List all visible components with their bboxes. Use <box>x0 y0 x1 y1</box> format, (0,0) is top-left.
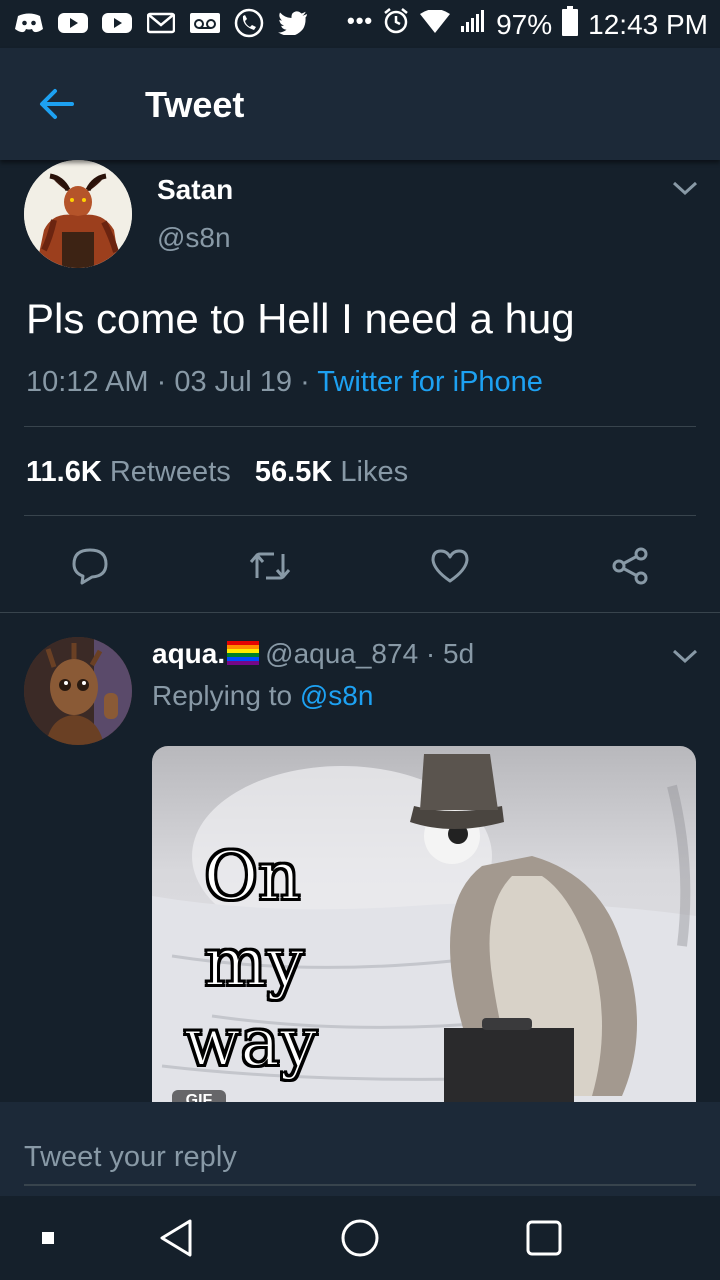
replying-to: Replying to @s8n <box>152 680 373 712</box>
reply-options-button[interactable] <box>670 646 700 666</box>
separator: · <box>418 638 444 669</box>
battery-level: 97% <box>496 8 553 40</box>
heart-icon <box>431 549 469 583</box>
section-divider <box>0 612 720 613</box>
reply-icon <box>72 548 108 585</box>
clock: 12:43 PM <box>588 8 708 40</box>
alarm-icon <box>382 7 410 42</box>
reply-age: 5d <box>443 638 475 669</box>
back-button[interactable] <box>30 78 82 130</box>
arrow-left-icon <box>40 89 74 119</box>
home-circle-icon <box>341 1219 379 1257</box>
separator: · <box>300 366 318 398</box>
reply-composer <box>0 1102 720 1196</box>
reply-button[interactable] <box>68 544 112 588</box>
tweet-stats: 11.6K Retweets 56.5K Likes <box>26 456 408 489</box>
author-name[interactable]: Satan <box>157 174 233 206</box>
like-button[interactable] <box>428 544 472 588</box>
overflow-notifications: ••• <box>347 8 374 33</box>
tweet-options-button[interactable] <box>670 178 700 198</box>
battery-icon <box>562 6 579 43</box>
system-status: 97% 12:43 PM <box>382 6 708 43</box>
home-nav-button[interactable] <box>336 1214 384 1262</box>
rainbow-flag-icon <box>227 640 260 665</box>
phone-icon <box>234 8 264 38</box>
retweets-label: Retweets <box>109 456 231 488</box>
gmail-icon <box>146 10 176 36</box>
youtube-icon <box>58 10 88 36</box>
retweet-icon <box>249 552 291 580</box>
signal-icon <box>460 8 486 41</box>
back-nav-button[interactable] <box>152 1214 200 1262</box>
top-app-bar: Tweet <box>0 48 720 160</box>
tweet-actions <box>0 530 720 600</box>
share-icon <box>612 547 648 585</box>
gif-media[interactable]: On my way GIF <box>152 746 696 1106</box>
retweets-stat[interactable]: 11.6K Retweets <box>26 456 231 488</box>
divider <box>24 515 696 516</box>
tweet-text: Pls come to Hell I need a hug <box>26 295 575 342</box>
recents-nav-button[interactable] <box>520 1214 568 1262</box>
reply-input[interactable] <box>24 1130 696 1186</box>
gif-caption-word: way <box>183 1003 318 1082</box>
nav-indicator <box>24 1214 72 1262</box>
likes-label: Likes <box>340 456 409 488</box>
system-navigation-bar <box>0 1196 720 1280</box>
tweet-time: 10:12 AM <box>26 366 149 398</box>
divider <box>24 426 696 427</box>
gif-caption-word: On <box>203 837 302 916</box>
tweet-date: 03 Jul 19 <box>174 366 293 398</box>
voicemail-icon <box>190 10 220 36</box>
reply-header: aqua. @aqua_874 · 5d <box>152 638 474 670</box>
author-handle[interactable]: @s8n <box>157 222 231 254</box>
discord-icon <box>14 10 44 36</box>
replying-mention[interactable]: @s8n <box>300 680 374 711</box>
back-triangle-icon <box>160 1219 192 1257</box>
chevron-down-icon <box>672 649 698 664</box>
separator: · <box>156 366 175 398</box>
retweet-button[interactable] <box>248 544 292 588</box>
reply-author-name[interactable]: aqua. <box>152 638 225 669</box>
tweet-source-link[interactable]: Twitter for iPhone <box>317 366 543 398</box>
avatar[interactable] <box>24 160 132 268</box>
gif-caption: On my way <box>152 746 696 1106</box>
reply-author-handle[interactable]: @aqua_874 <box>265 638 418 669</box>
tweet-metadata: 10:12 AM · 03 Jul 19 · Twitter for iPhon… <box>26 366 543 399</box>
likes-count: 56.5K <box>254 456 333 488</box>
recents-square-icon <box>526 1220 562 1256</box>
gif-caption-word: my <box>203 923 305 1002</box>
youtube-icon <box>102 10 132 36</box>
replying-label: Replying to <box>152 680 293 711</box>
retweets-count: 11.6K <box>26 456 102 488</box>
page-title: Tweet <box>145 84 245 125</box>
wifi-icon <box>420 8 451 41</box>
likes-stat[interactable]: 56.5K Likes <box>255 456 408 488</box>
chevron-down-icon <box>672 181 698 196</box>
notification-icons <box>14 8 308 38</box>
reply-avatar[interactable] <box>24 637 132 745</box>
twitter-icon <box>278 10 308 36</box>
share-button[interactable] <box>608 544 652 588</box>
status-bar: ••• 97% 12:43 PM <box>0 0 720 48</box>
